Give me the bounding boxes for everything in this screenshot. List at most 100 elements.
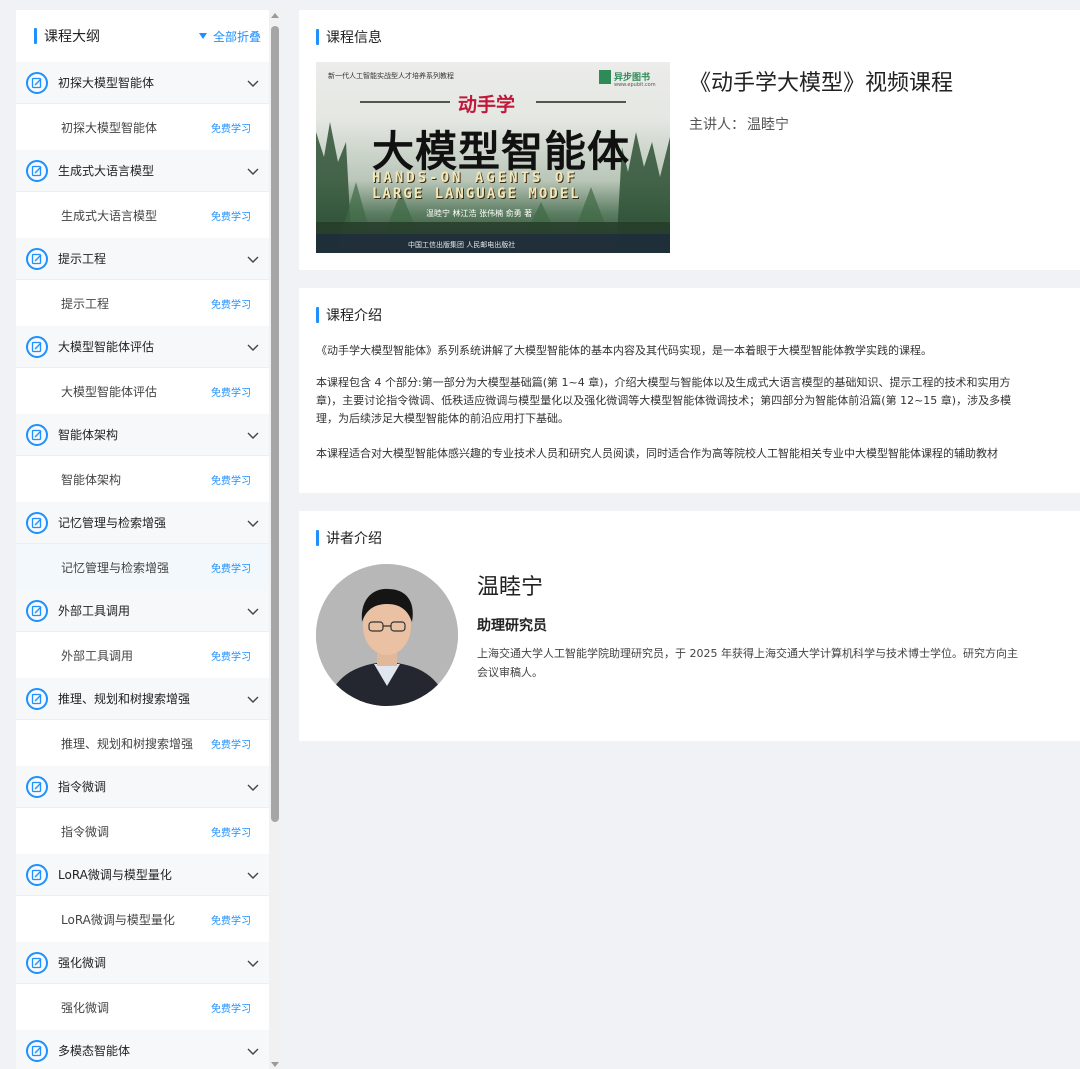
lesson-title: 指令微调	[61, 824, 110, 839]
chapter-header[interactable]: 记忆管理与检索增强	[16, 502, 269, 544]
chapter-header[interactable]: 提示工程	[16, 238, 269, 280]
course-cover-image: 新一代人工智能实战型人才培养系列教程 异步图书 www.epubit.com 动…	[316, 62, 670, 253]
edit-note-icon	[26, 775, 48, 798]
cover-english-line2: LARGE LANGUAGE MODEL	[372, 186, 581, 202]
chevron-down-icon[interactable]	[245, 955, 261, 971]
free-study-badge[interactable]: 免费学习	[211, 648, 251, 663]
speaker-portrait	[316, 564, 458, 706]
chapter-header[interactable]: 初探大模型智能体	[16, 62, 269, 104]
speaker-bio-line-2: 会议审稿人。	[477, 666, 543, 679]
chevron-down-icon[interactable]	[245, 867, 261, 883]
chapter-title: 推理、规划和树搜索增强	[58, 692, 191, 706]
chevron-down-icon[interactable]	[245, 251, 261, 267]
chevron-down-icon[interactable]	[245, 691, 261, 707]
cover-authors-text: 温睦宁 林江浩 张伟楠 俞勇 著	[426, 209, 533, 218]
lesson-item[interactable]: 提示工程 免费学习	[16, 280, 269, 326]
free-study-badge[interactable]: 免费学习	[211, 472, 251, 487]
course-info-card: 课程信息 新一代人工智能实战型人才培养系列教程 异步图书 www.epubit.…	[299, 10, 1080, 270]
chapter-header[interactable]: 智能体架构	[16, 414, 269, 456]
chapter-header[interactable]: 强化微调	[16, 942, 269, 984]
chapter-title: 记忆管理与检索增强	[58, 516, 167, 530]
course-outline-sidebar: 课程大纲 全部折叠 初探大模型智能体初探大模型智能体 免费学习生成式大语言模型生成…	[16, 10, 269, 1069]
chevron-down-icon[interactable]	[245, 427, 261, 443]
lesson-item[interactable]: 指令微调 免费学习	[16, 808, 269, 854]
scrollbar-thumb[interactable]	[271, 26, 279, 822]
intro-paragraph-1: 《动手学大模型智能体》系列系统讲解了大模型智能体的基本内容及其代码实现，是一本着…	[316, 344, 932, 357]
chapter-header[interactable]: LoRA微调与模型量化	[16, 854, 269, 896]
free-study-badge[interactable]: 免费学习	[211, 560, 251, 575]
course-title: 《动手学大模型》视频课程	[689, 71, 954, 96]
chapter-header[interactable]: 推理、规划和树搜索增强	[16, 678, 269, 720]
chevron-down-icon[interactable]	[245, 339, 261, 355]
lesson-title: 强化微调	[61, 1000, 110, 1015]
lesson-title: 智能体架构	[61, 472, 122, 487]
chapter-header[interactable]: 外部工具调用	[16, 590, 269, 632]
lesson-item[interactable]: LoRA微调与模型量化 免费学习	[16, 896, 269, 942]
free-study-badge[interactable]: 免费学习	[211, 208, 251, 223]
sidebar-scrollbar[interactable]	[269, 10, 281, 1069]
scroll-down-arrow-icon[interactable]	[271, 1062, 279, 1067]
lesson-title: LoRA微调与模型量化	[61, 912, 175, 927]
edit-note-icon	[26, 599, 48, 622]
lecturer-line: 主讲人： 温睦宁	[689, 114, 789, 134]
chapter-header[interactable]: 多模态智能体	[16, 1030, 269, 1069]
lesson-item[interactable]: 强化微调 免费学习	[16, 984, 269, 1030]
edit-note-icon	[26, 863, 48, 886]
lesson-item[interactable]: 推理、规划和树搜索增强 免费学习	[16, 720, 269, 766]
free-study-badge[interactable]: 免费学习	[211, 736, 251, 751]
edit-note-icon	[26, 423, 48, 446]
caret-down-icon	[198, 33, 207, 39]
course-info-heading-text: 课程信息	[326, 30, 382, 46]
intro-paragraph-2-line-3: 理，为后续涉足大模型智能体的前沿应用打下基础。	[316, 412, 569, 425]
collapse-all-button[interactable]: 全部折叠	[198, 28, 261, 45]
lesson-item[interactable]: 记忆管理与检索增强 免费学习	[16, 544, 269, 590]
free-study-badge[interactable]: 免费学习	[211, 384, 251, 399]
course-intro-heading: 课程介绍	[316, 305, 382, 325]
chapter-title: 初探大模型智能体	[58, 76, 155, 90]
chapter-header[interactable]: 大模型智能体评估	[16, 326, 269, 368]
lesson-item[interactable]: 初探大模型智能体 免费学习	[16, 104, 269, 150]
edit-note-icon	[26, 951, 48, 974]
free-study-badge[interactable]: 免费学习	[211, 296, 251, 311]
edit-note-icon	[26, 687, 48, 710]
cover-english-line1: HANDS-ON AGENTS OF	[372, 170, 578, 186]
accent-bar	[316, 307, 319, 323]
course-info-heading: 课程信息	[316, 27, 382, 47]
chapter-header[interactable]: 指令微调	[16, 766, 269, 808]
lesson-item[interactable]: 大模型智能体评估 免费学习	[16, 368, 269, 414]
chevron-down-icon[interactable]	[245, 75, 261, 91]
lesson-title: 推理、规划和树搜索增强	[61, 736, 194, 751]
chapter-header[interactable]: 生成式大语言模型	[16, 150, 269, 192]
free-study-badge[interactable]: 免费学习	[211, 120, 251, 135]
lesson-item[interactable]: 智能体架构 免费学习	[16, 456, 269, 502]
chevron-down-icon[interactable]	[245, 515, 261, 531]
edit-note-icon	[26, 247, 48, 270]
lesson-item[interactable]: 生成式大语言模型 免费学习	[16, 192, 269, 238]
cover-publisher-url: www.epubit.com	[614, 82, 656, 88]
chapter-title: 指令微调	[58, 780, 107, 794]
chevron-down-icon[interactable]	[245, 1043, 261, 1059]
cover-kicker-text: 动手学	[458, 94, 516, 116]
chapter-title: 生成式大语言模型	[58, 164, 155, 178]
chevron-down-icon[interactable]	[245, 163, 261, 179]
lecturer-label: 主讲人：	[689, 117, 745, 133]
scroll-up-arrow-icon[interactable]	[271, 13, 279, 18]
free-study-badge[interactable]: 免费学习	[211, 912, 251, 927]
free-study-badge[interactable]: 免费学习	[211, 824, 251, 839]
intro-paragraph-2-line-2: 章)，主要讨论指令微调、低秩适应微调与模型量化以及强化微调等大模型智能体微调技术…	[316, 394, 1012, 407]
chapter-title: 强化微调	[58, 956, 107, 970]
lesson-title: 提示工程	[61, 296, 110, 311]
outline-title-text: 课程大纲	[44, 29, 100, 45]
speaker-bio: 上海交通大学人工智能学院助理研究员，于 2025 年获得上海交通大学计算机科学与…	[477, 644, 1080, 682]
free-study-badge[interactable]: 免费学习	[211, 1000, 251, 1015]
accent-bar	[316, 29, 319, 45]
lesson-title: 大模型智能体评估	[61, 384, 158, 399]
speaker-bio-line-1: 上海交通大学人工智能学院助理研究员，于 2025 年获得上海交通大学计算机科学与…	[477, 647, 1018, 660]
chevron-down-icon[interactable]	[245, 779, 261, 795]
intro-paragraph-3: 本课程适合对大模型智能体感兴趣的专业技术人员和研究人员阅读，同时适合作为高等院校…	[316, 447, 998, 460]
chevron-down-icon[interactable]	[245, 603, 261, 619]
lesson-item[interactable]: 外部工具调用 免费学习	[16, 632, 269, 678]
edit-note-icon	[26, 335, 48, 358]
speaker-intro-card: 讲者介绍 温睦宁 助理研究员 上海交通大学人工智能学院助理研究员，于 2025 …	[299, 511, 1080, 741]
lesson-title: 记忆管理与检索增强	[61, 560, 170, 575]
